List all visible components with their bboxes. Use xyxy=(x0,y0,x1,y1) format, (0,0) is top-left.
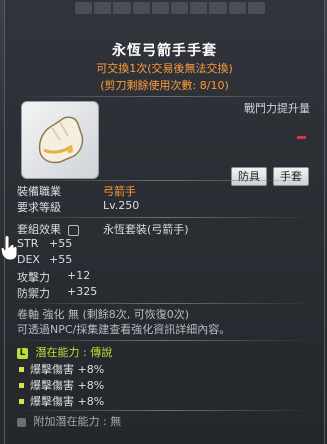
stat-label: DEX xyxy=(17,253,40,266)
divider xyxy=(13,217,315,218)
additional-potential: 附加潛在能力 : 無 xyxy=(17,413,121,429)
stat-row: STR +55 xyxy=(17,237,72,250)
combat-power-indicator xyxy=(297,136,306,139)
stat-row: 攻擊力 +12 xyxy=(17,269,90,285)
stat-row: DEX +55 xyxy=(17,253,72,266)
category-armor: 防具 xyxy=(231,167,267,186)
divider xyxy=(13,303,315,304)
potential-title: 潛在能力 : 傳說 xyxy=(35,346,113,359)
level-value: Lv.250 xyxy=(103,199,140,212)
stat-value: +55 xyxy=(49,237,73,250)
level-label: 要求等級 xyxy=(17,201,61,214)
level-row: 要求等級 Lv.250 xyxy=(17,199,139,215)
additional-potential-icon xyxy=(17,417,26,427)
potential-line: 爆擊傷害 +8% xyxy=(17,361,104,377)
category-glove: 手套 xyxy=(273,167,309,186)
stat-label: 攻擊力 xyxy=(17,271,50,284)
scissors-note: (剪刀剩餘使用次數: 8/10) xyxy=(100,79,229,92)
glove-icon xyxy=(38,116,84,164)
divider xyxy=(13,96,315,97)
job-label: 裝備職業 xyxy=(17,185,61,198)
potential-line: 爆擊傷害 +8% xyxy=(17,377,104,393)
lock-icon xyxy=(67,224,79,236)
stat-value: +12 xyxy=(67,269,91,282)
star-force-bar xyxy=(75,2,266,14)
divider xyxy=(13,410,315,411)
set-row: 套組效果 永恆套裝(弓箭手) xyxy=(17,221,189,237)
job-row: 裝備職業 弓箭手 xyxy=(17,183,136,199)
combat-power-label: 戰鬥力提升量 xyxy=(244,102,310,115)
stat-value: +55 xyxy=(49,253,73,266)
set-value: 永恆套裝(弓箭手) xyxy=(103,223,189,236)
divider xyxy=(13,180,315,181)
stat-label: 防禦力 xyxy=(17,287,50,300)
item-icon-frame xyxy=(21,101,99,179)
upgrade-info: 卷軸 強化 無 (剩餘8次, 可恢復0次) xyxy=(17,308,190,321)
job-value: 弓箭手 xyxy=(103,185,136,198)
potential-header: L 潛在能力 : 傳說 xyxy=(17,344,112,360)
upgrade-hint: 可透過NPC/採集建查看強化資訊詳細內容。 xyxy=(17,323,231,336)
stat-value: +325 xyxy=(67,285,98,298)
item-tooltip: 永恆弓箭手手套 可交換1次(交易後無法交換) (剪刀剩餘使用次數: 8/10) … xyxy=(4,0,325,444)
legendary-badge: L xyxy=(17,347,28,359)
trade-note: 可交換1次(交易後無法交換) xyxy=(96,62,233,75)
divider xyxy=(13,340,315,341)
stat-row: 防禦力 +325 xyxy=(17,285,97,301)
hand-cursor-icon xyxy=(0,235,18,261)
set-label: 套組效果 xyxy=(17,223,61,236)
potential-line: 爆擊傷害 +8% xyxy=(17,393,104,409)
stat-label: STR xyxy=(17,237,39,250)
item-name: 永恆弓箭手手套 xyxy=(112,43,217,59)
game-background: 永恆弓箭手手套 可交換1次(交易後無法交換) (剪刀剩餘使用次數: 8/10) … xyxy=(0,0,327,444)
